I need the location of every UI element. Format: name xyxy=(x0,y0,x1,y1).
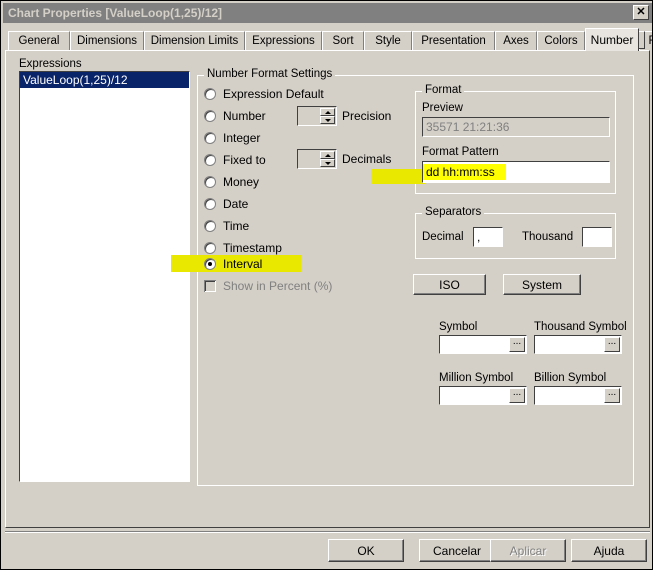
symbol-input[interactable]: ... xyxy=(439,335,527,354)
tab-presentation[interactable]: Presentation xyxy=(412,31,495,50)
radio-icon xyxy=(204,88,216,100)
help-button[interactable]: Ajuda xyxy=(571,539,647,562)
tab-colors[interactable]: Colors xyxy=(537,31,585,50)
decimal-separator-input[interactable]: , xyxy=(473,227,503,247)
thousand-symbol-label: Thousand Symbol xyxy=(534,321,627,333)
radio-timestamp[interactable]: Timestamp xyxy=(204,241,282,255)
thousand-symbol-input[interactable]: ... xyxy=(534,335,622,354)
precision-increment-icon[interactable] xyxy=(320,108,335,116)
radio-label: Timestamp xyxy=(223,241,282,255)
radio-date[interactable]: Date xyxy=(204,197,248,211)
radio-icon xyxy=(204,132,216,144)
thousand-symbol-browse-button[interactable]: ... xyxy=(604,337,620,352)
radio-label: Fixed to xyxy=(223,153,266,167)
radio-money[interactable]: Money xyxy=(204,175,259,189)
checkbox-label: Show in Percent (%) xyxy=(223,279,333,293)
decimals-label: Decimals xyxy=(342,152,392,166)
close-icon[interactable]: ✕ xyxy=(633,5,649,20)
tab-dimensions[interactable]: Dimensions xyxy=(70,31,144,50)
tab-dimension-limits[interactable]: Dimension Limits xyxy=(144,31,245,50)
radio-icon xyxy=(204,198,216,210)
expressions-list[interactable]: ValueLoop(1,25)/12 xyxy=(19,71,190,482)
radio-icon xyxy=(204,258,216,270)
radio-label: Integer xyxy=(223,131,261,145)
radio-icon xyxy=(204,220,216,232)
system-button[interactable]: System xyxy=(503,274,581,295)
ok-button[interactable]: OK xyxy=(328,539,404,562)
thousand-separator-input[interactable] xyxy=(582,227,612,247)
billion-symbol-label: Billion Symbol xyxy=(534,372,607,384)
radio-label: Expression Default xyxy=(223,87,324,101)
million-symbol-browse-button[interactable]: ... xyxy=(509,388,525,403)
thousand-separator-label: Thousand xyxy=(522,231,574,243)
tab-style[interactable]: Style xyxy=(364,31,412,50)
window-title: Chart Properties [ValueLoop(1,25)/12] xyxy=(8,6,223,20)
radio-icon xyxy=(204,110,216,122)
radio-label: Time xyxy=(223,219,250,233)
format-pattern-value: dd hh:mm:ss xyxy=(426,164,495,180)
decimals-decrement-icon[interactable] xyxy=(320,159,335,167)
apply-button: Aplicar xyxy=(490,539,566,562)
format-pattern-input[interactable]: dd hh:mm:ss xyxy=(422,161,610,183)
tab-general[interactable]: General xyxy=(8,31,70,50)
number-format-settings-title: Number Format Settings xyxy=(204,68,336,80)
chart-properties-dialog: Chart Properties [ValueLoop(1,25)/12] ✕ … xyxy=(0,0,653,570)
radio-label: Number xyxy=(223,109,266,123)
checkbox-icon xyxy=(204,280,216,292)
expressions-label: Expressions xyxy=(19,58,82,70)
title-bar[interactable]: Chart Properties [ValueLoop(1,25)/12] ✕ xyxy=(3,3,652,23)
million-symbol-label: Million Symbol xyxy=(439,372,514,384)
billion-symbol-input[interactable]: ... xyxy=(534,386,622,405)
tab-number[interactable]: Number xyxy=(585,28,639,51)
tab-sort[interactable]: Sort xyxy=(322,31,364,50)
radio-fixed-to[interactable]: Fixed to xyxy=(204,153,266,167)
preview-value: 35571 21:21:36 xyxy=(422,117,610,137)
precision-decrement-icon[interactable] xyxy=(320,116,335,124)
highlight-format-pattern-left xyxy=(371,169,425,184)
radio-integer[interactable]: Integer xyxy=(204,131,260,145)
list-item[interactable]: ValueLoop(1,25)/12 xyxy=(20,72,189,88)
radio-label: Interval xyxy=(223,257,263,271)
tab-axes[interactable]: Axes xyxy=(495,31,537,50)
preview-label: Preview xyxy=(422,102,463,114)
radio-icon xyxy=(204,154,216,166)
cancel-button[interactable]: Cancelar xyxy=(419,539,495,562)
footer-divider xyxy=(5,531,650,533)
radio-icon xyxy=(204,242,216,254)
decimals-increment-icon[interactable] xyxy=(320,151,335,159)
separators-group-title: Separators xyxy=(422,206,485,218)
precision-label: Precision xyxy=(342,109,392,123)
symbol-browse-button[interactable]: ... xyxy=(509,337,525,352)
format-pattern-label: Format Pattern xyxy=(422,146,499,158)
radio-interval[interactable]: Interval xyxy=(204,257,262,271)
billion-symbol-browse-button[interactable]: ... xyxy=(604,388,620,403)
decimal-separator-label: Decimal xyxy=(422,231,464,243)
radio-time[interactable]: Time xyxy=(204,219,249,233)
tab-strip: General Dimensions Dimension Limits Expr… xyxy=(7,28,652,51)
radio-icon xyxy=(204,176,216,188)
radio-expression-default[interactable]: Expression Default xyxy=(204,87,324,101)
precision-stepper[interactable] xyxy=(297,106,337,126)
format-group-title: Format xyxy=(422,84,465,96)
radio-label: Money xyxy=(223,175,260,189)
symbol-label: Symbol xyxy=(439,321,478,333)
radio-number[interactable]: Number xyxy=(204,109,266,123)
decimals-stepper[interactable] xyxy=(297,149,337,169)
checkbox-show-in-percent[interactable]: Show in Percent (%) xyxy=(204,279,332,293)
iso-button[interactable]: ISO xyxy=(413,274,486,295)
tab-expressions[interactable]: Expressions xyxy=(245,31,322,50)
radio-label: Date xyxy=(223,197,249,211)
million-symbol-input[interactable]: ... xyxy=(439,386,527,405)
